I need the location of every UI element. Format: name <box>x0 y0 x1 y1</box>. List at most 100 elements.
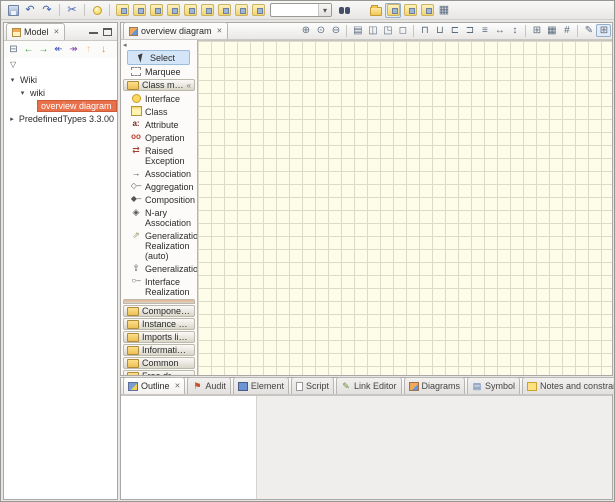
new-element-icon-5[interactable] <box>182 3 198 18</box>
table-view-icon[interactable]: ▦ <box>436 3 452 18</box>
chevron-down-icon[interactable]: ▾ <box>318 4 331 16</box>
tool-generalization-realization-auto[interactable]: Generalizatio... Realization (auto) <box>123 229 195 262</box>
drawer-free-drawing[interactable]: Free drawing« <box>123 370 195 375</box>
view-menu-icon[interactable]: ▽ <box>10 60 16 69</box>
show-grid-icon[interactable]: ⊞ <box>529 24 544 37</box>
move-up-icon[interactable]: ↑ <box>81 43 96 57</box>
link-with-model-icon[interactable] <box>385 3 401 18</box>
new-element-icon-1[interactable] <box>114 3 130 18</box>
align-top-icon[interactable]: ⊓ <box>417 24 432 37</box>
tab-element[interactable]: Element <box>233 377 289 394</box>
zoom-out-icon[interactable]: ⊖ <box>328 24 343 37</box>
tool-composition[interactable]: Composition <box>123 193 195 206</box>
diagram-canvas[interactable] <box>198 40 612 375</box>
forward-icon[interactable]: → <box>36 43 51 57</box>
tab-symbol[interactable]: Symbol <box>467 377 520 394</box>
minimize-icon[interactable] <box>89 31 98 34</box>
save-icon[interactable] <box>5 3 21 18</box>
expander-icon[interactable]: ▸ <box>8 115 16 123</box>
tool-aggregation[interactable]: Aggregation <box>123 180 195 193</box>
hash-grid-icon[interactable]: # <box>559 24 574 37</box>
tree-item[interactable]: overview diagram <box>4 99 117 112</box>
tool-attribute[interactable]: Attribute <box>123 118 195 131</box>
tool-class[interactable]: Class <box>123 105 195 118</box>
outline-thumbnail[interactable] <box>121 396 257 499</box>
fit-to-window-icon[interactable]: ◻ <box>395 24 410 37</box>
tool-nary-association[interactable]: N-ary Association <box>123 206 195 229</box>
tree-item[interactable]: ▸PredefinedTypes 3.3.00 <box>4 112 117 125</box>
tool-interface[interactable]: Interface <box>123 92 195 105</box>
align-bottom-icon[interactable]: ⊔ <box>432 24 447 37</box>
tab-diagrams[interactable]: Diagrams <box>404 377 466 394</box>
close-icon[interactable]: ✕ <box>54 28 60 36</box>
tool-raised-exception[interactable]: Raised Exception <box>123 144 195 167</box>
new-element-icon-9[interactable] <box>250 3 266 18</box>
marquee-tool[interactable]: Marquee <box>123 65 195 78</box>
drawer-instance-model[interactable]: Instance model <box>123 318 195 330</box>
tab-script[interactable]: Script <box>291 377 334 394</box>
tool-generalization[interactable]: Generalization <box>123 262 195 275</box>
previous-element-icon[interactable]: ↞ <box>51 43 66 57</box>
zoom-original-icon[interactable]: ⊙ <box>313 24 328 37</box>
undo-icon[interactable]: ↶ <box>22 3 38 18</box>
lightbulb-icon[interactable] <box>89 3 105 18</box>
open-folder-icon[interactable] <box>368 3 384 18</box>
tab-notes-and-constraints[interactable]: Notes and constraints <box>522 377 615 394</box>
show-page-bounds-icon[interactable]: ▦ <box>544 24 559 37</box>
back-icon[interactable]: ← <box>21 43 36 57</box>
tree-item[interactable]: ▾Wiki <box>4 73 117 86</box>
pencil-icon[interactable]: ✎ <box>581 24 596 37</box>
diagram-tab-label: overview diagram <box>141 26 212 36</box>
expander-icon[interactable]: ▾ <box>18 89 27 97</box>
print-icon[interactable]: ▤ <box>350 24 365 37</box>
pin-open-icon[interactable]: « <box>187 372 191 376</box>
maximize-icon[interactable] <box>103 28 112 36</box>
drawer-class-model[interactable]: Class model« <box>123 79 195 91</box>
show-properties-icon[interactable] <box>402 3 418 18</box>
same-width-icon[interactable]: ↔ <box>492 24 507 37</box>
drawer-information-flow[interactable]: Information Flo... <box>123 344 195 356</box>
zoom-in-icon[interactable]: ⊕ <box>298 24 313 37</box>
tab-outline[interactable]: Outline✕ <box>123 377 185 394</box>
new-element-icon-6[interactable] <box>199 3 215 18</box>
tool-interface-realization[interactable]: Interface Realization <box>123 275 195 298</box>
new-element-icon-7[interactable] <box>216 3 232 18</box>
same-height-icon[interactable]: ↕ <box>507 24 522 37</box>
new-element-icon-3[interactable] <box>148 3 164 18</box>
drawer-imports-links[interactable]: Imports links <box>123 331 195 343</box>
tab-model[interactable]: Model ✕ <box>6 23 65 40</box>
close-icon[interactable]: ✕ <box>217 27 223 35</box>
next-element-icon[interactable]: ↠ <box>66 43 81 57</box>
cut-scissors-icon[interactable]: ✂ <box>64 3 80 18</box>
new-element-icon-2[interactable] <box>131 3 147 18</box>
export-image-icon[interactable]: ◳ <box>380 24 395 37</box>
tab-link-editor[interactable]: Link Editor <box>336 377 402 394</box>
align-left-icon[interactable]: ⊏ <box>447 24 462 37</box>
pin-open-icon[interactable]: « <box>187 81 191 90</box>
search-combo[interactable]: ▾ <box>270 3 332 17</box>
tab-audit[interactable]: Audit <box>187 377 231 394</box>
drawer-partially-scrolled[interactable] <box>123 299 195 304</box>
drawer-common[interactable]: Common <box>123 357 195 369</box>
search-binoculars-icon[interactable] <box>336 3 352 18</box>
show-hierarchy-icon[interactable] <box>419 3 435 18</box>
move-down-icon[interactable]: ↓ <box>96 43 111 57</box>
align-right-icon[interactable]: ⊐ <box>462 24 477 37</box>
page-columns-icon[interactable]: ▥ <box>611 24 615 37</box>
palette-collapse-icon[interactable]: ◂ <box>123 41 127 49</box>
new-element-icon-4[interactable] <box>165 3 181 18</box>
save-diagram-icon[interactable]: ◫ <box>365 24 380 37</box>
tree-item[interactable]: ▾wiki <box>4 86 117 99</box>
tab-overview-diagram[interactable]: overview diagram ✕ <box>123 22 228 39</box>
distribute-icon[interactable]: ≡ <box>477 24 492 37</box>
redo-icon[interactable]: ↷ <box>39 3 55 18</box>
collapse-all-icon[interactable]: ⊟ <box>6 43 21 57</box>
tool-operation[interactable]: Operation <box>123 131 195 144</box>
new-element-icon-8[interactable] <box>233 3 249 18</box>
tool-association[interactable]: Association <box>123 167 195 180</box>
select-tool[interactable]: Select <box>127 50 190 65</box>
close-icon[interactable]: ✕ <box>175 382 181 390</box>
snap-to-grid-icon[interactable]: ⊞ <box>596 24 611 37</box>
expander-icon[interactable]: ▾ <box>8 76 17 84</box>
drawer-component-model[interactable]: Component mo... <box>123 305 195 317</box>
